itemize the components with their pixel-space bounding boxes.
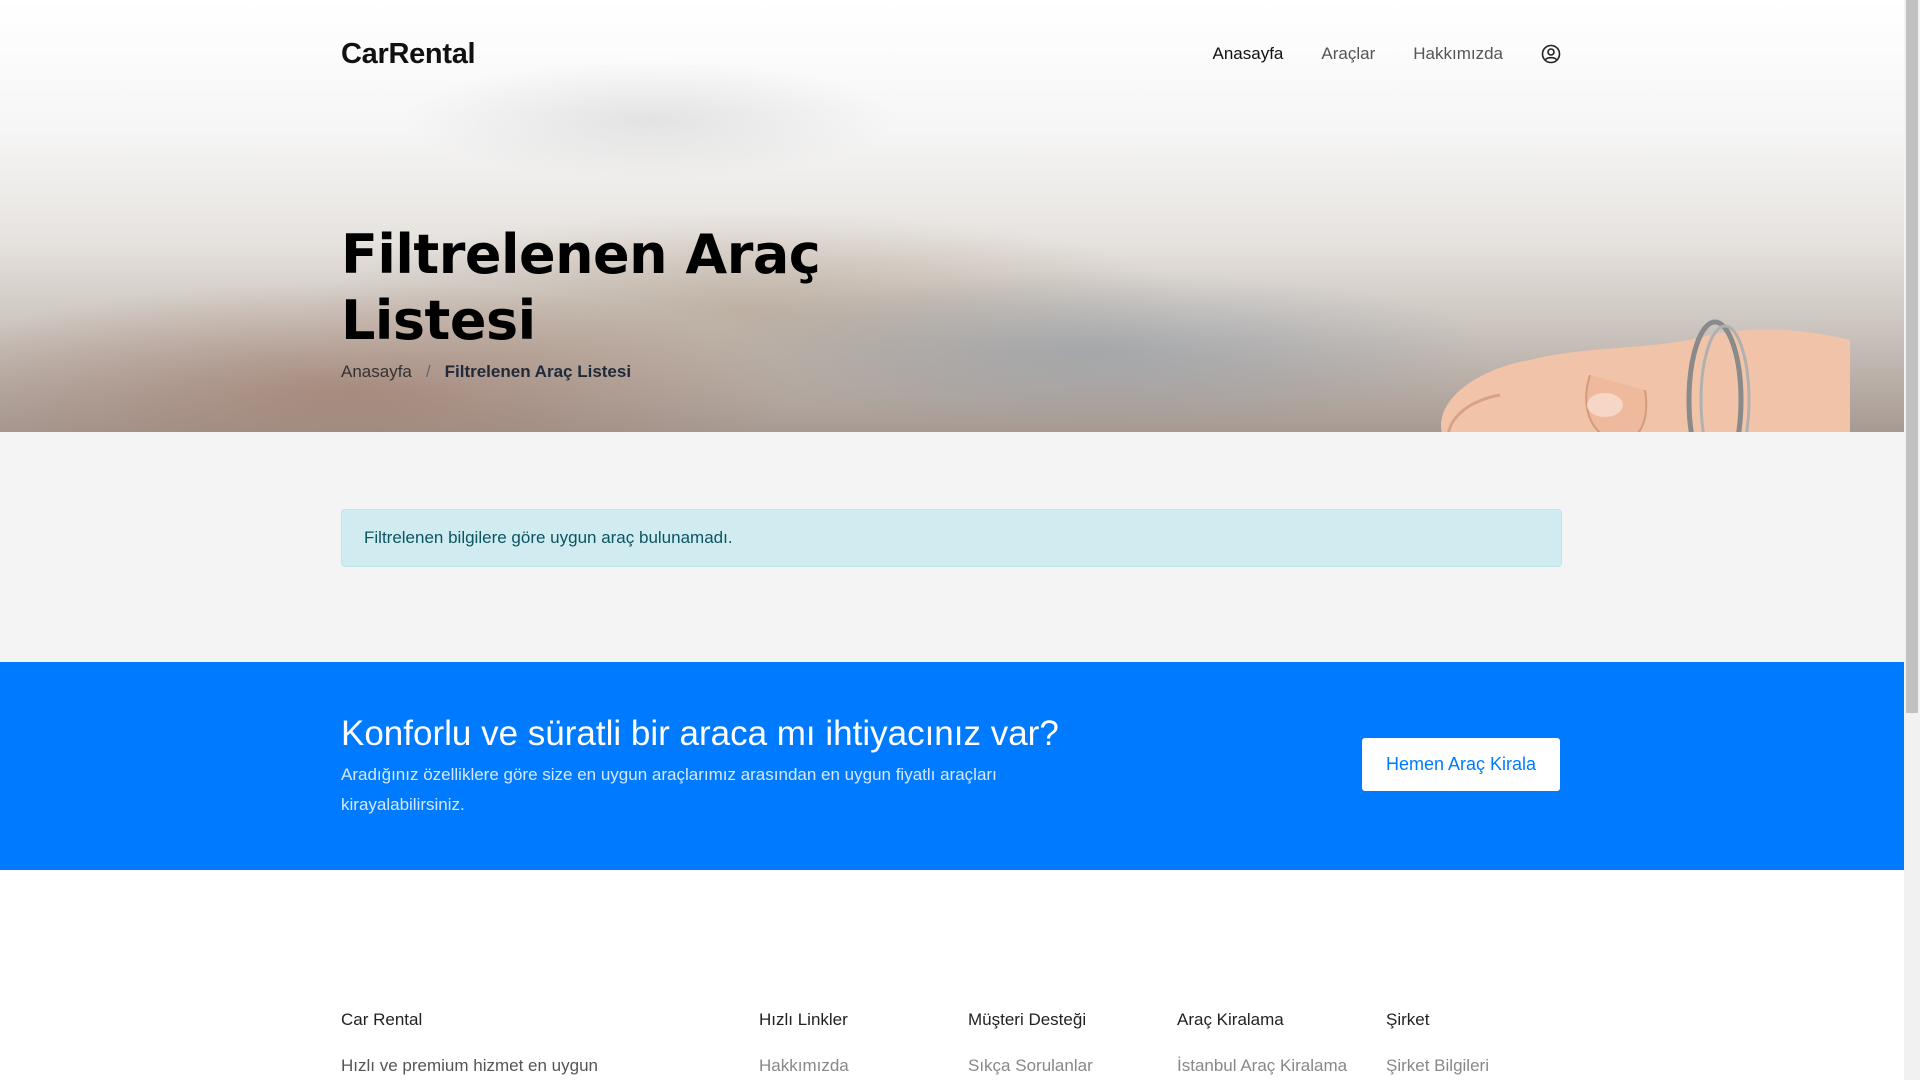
- footer-heading: Araç Kiralama: [1177, 1010, 1284, 1029]
- info-alert: Filtrelenen bilgilere göre uygun araç bu…: [341, 509, 1562, 567]
- cta-text: Aradığınız özelliklere göre size en uygu…: [341, 765, 997, 814]
- hero-section: CarRental Anasayfa Araçlar Hakkımızda Fi…: [0, 0, 1904, 432]
- footer-link[interactable]: Sıkça Sorulanlar: [968, 1056, 1093, 1076]
- footer-column-support: Müşteri Desteği Sıkça Sorulanlar: [968, 1010, 1093, 1076]
- footer-link[interactable]: İstanbul Araç Kiralama: [1177, 1056, 1347, 1076]
- footer: Car Rental Hızlı ve premium hizmet en uy…: [0, 870, 1904, 1080]
- cta-section: Konforlu ve süratli bir araca mı ihtiyac…: [0, 662, 1904, 870]
- page-scrollbar[interactable]: [1904, 0, 1920, 1080]
- breadcrumb-current: Filtrelenen Araç Listesi: [444, 362, 632, 381]
- footer-column-quick-links: Hızlı Linkler Hakkımızda: [759, 1010, 849, 1076]
- breadcrumb-home[interactable]: Anasayfa: [341, 362, 412, 382]
- footer-heading: Müşteri Desteği: [968, 1010, 1087, 1029]
- footer-text: Hızlı ve premium hizmet en uygun: [341, 1056, 598, 1075]
- page: CarRental Anasayfa Araçlar Hakkımızda Fi…: [0, 0, 1904, 1080]
- footer-heading: Şirket: [1386, 1010, 1430, 1029]
- footer-heading: Car Rental: [341, 1010, 423, 1029]
- content-section: Filtrelenen bilgilere göre uygun araç bu…: [0, 432, 1904, 662]
- footer-heading: Hızlı Linkler: [759, 1010, 848, 1029]
- scrollbar-thumb[interactable]: [1906, 0, 1918, 713]
- footer-link[interactable]: Şirket Bilgileri: [1386, 1056, 1489, 1076]
- hand-with-keyring-image: [1441, 319, 1850, 432]
- breadcrumb-separator: /: [425, 362, 431, 381]
- breadcrumb: Anasayfa / Filtrelenen Araç Listesi: [341, 362, 631, 382]
- nav-link-anasayfa[interactable]: Anasayfa: [1213, 44, 1284, 64]
- brand-logo[interactable]: CarRental: [341, 38, 476, 71]
- footer-column-rental: Araç Kiralama İstanbul Araç Kiralama: [1177, 1010, 1347, 1076]
- footer-link[interactable]: Hakkımızda: [759, 1056, 849, 1076]
- page-title: Filtrelenen Araç Listesi: [341, 223, 821, 352]
- footer-column-about: Car Rental Hızlı ve premium hizmet en uy…: [341, 1010, 641, 1076]
- navbar: CarRental Anasayfa Araçlar Hakkımızda: [341, 30, 1561, 80]
- nav-link-hakkimizda[interactable]: Hakkımızda: [1413, 44, 1503, 64]
- footer-column-company: Şirket Şirket Bilgileri: [1386, 1010, 1489, 1076]
- nav-link-araclar[interactable]: Araçlar: [1321, 44, 1375, 64]
- user-circle-icon[interactable]: [1541, 44, 1561, 64]
- cta-title: Konforlu ve süratli bir araca mı ihtiyac…: [341, 714, 1059, 753]
- rent-now-button[interactable]: Hemen Araç Kirala: [1362, 738, 1560, 791]
- nav-menu: Anasayfa Araçlar Hakkımızda: [1175, 44, 1562, 64]
